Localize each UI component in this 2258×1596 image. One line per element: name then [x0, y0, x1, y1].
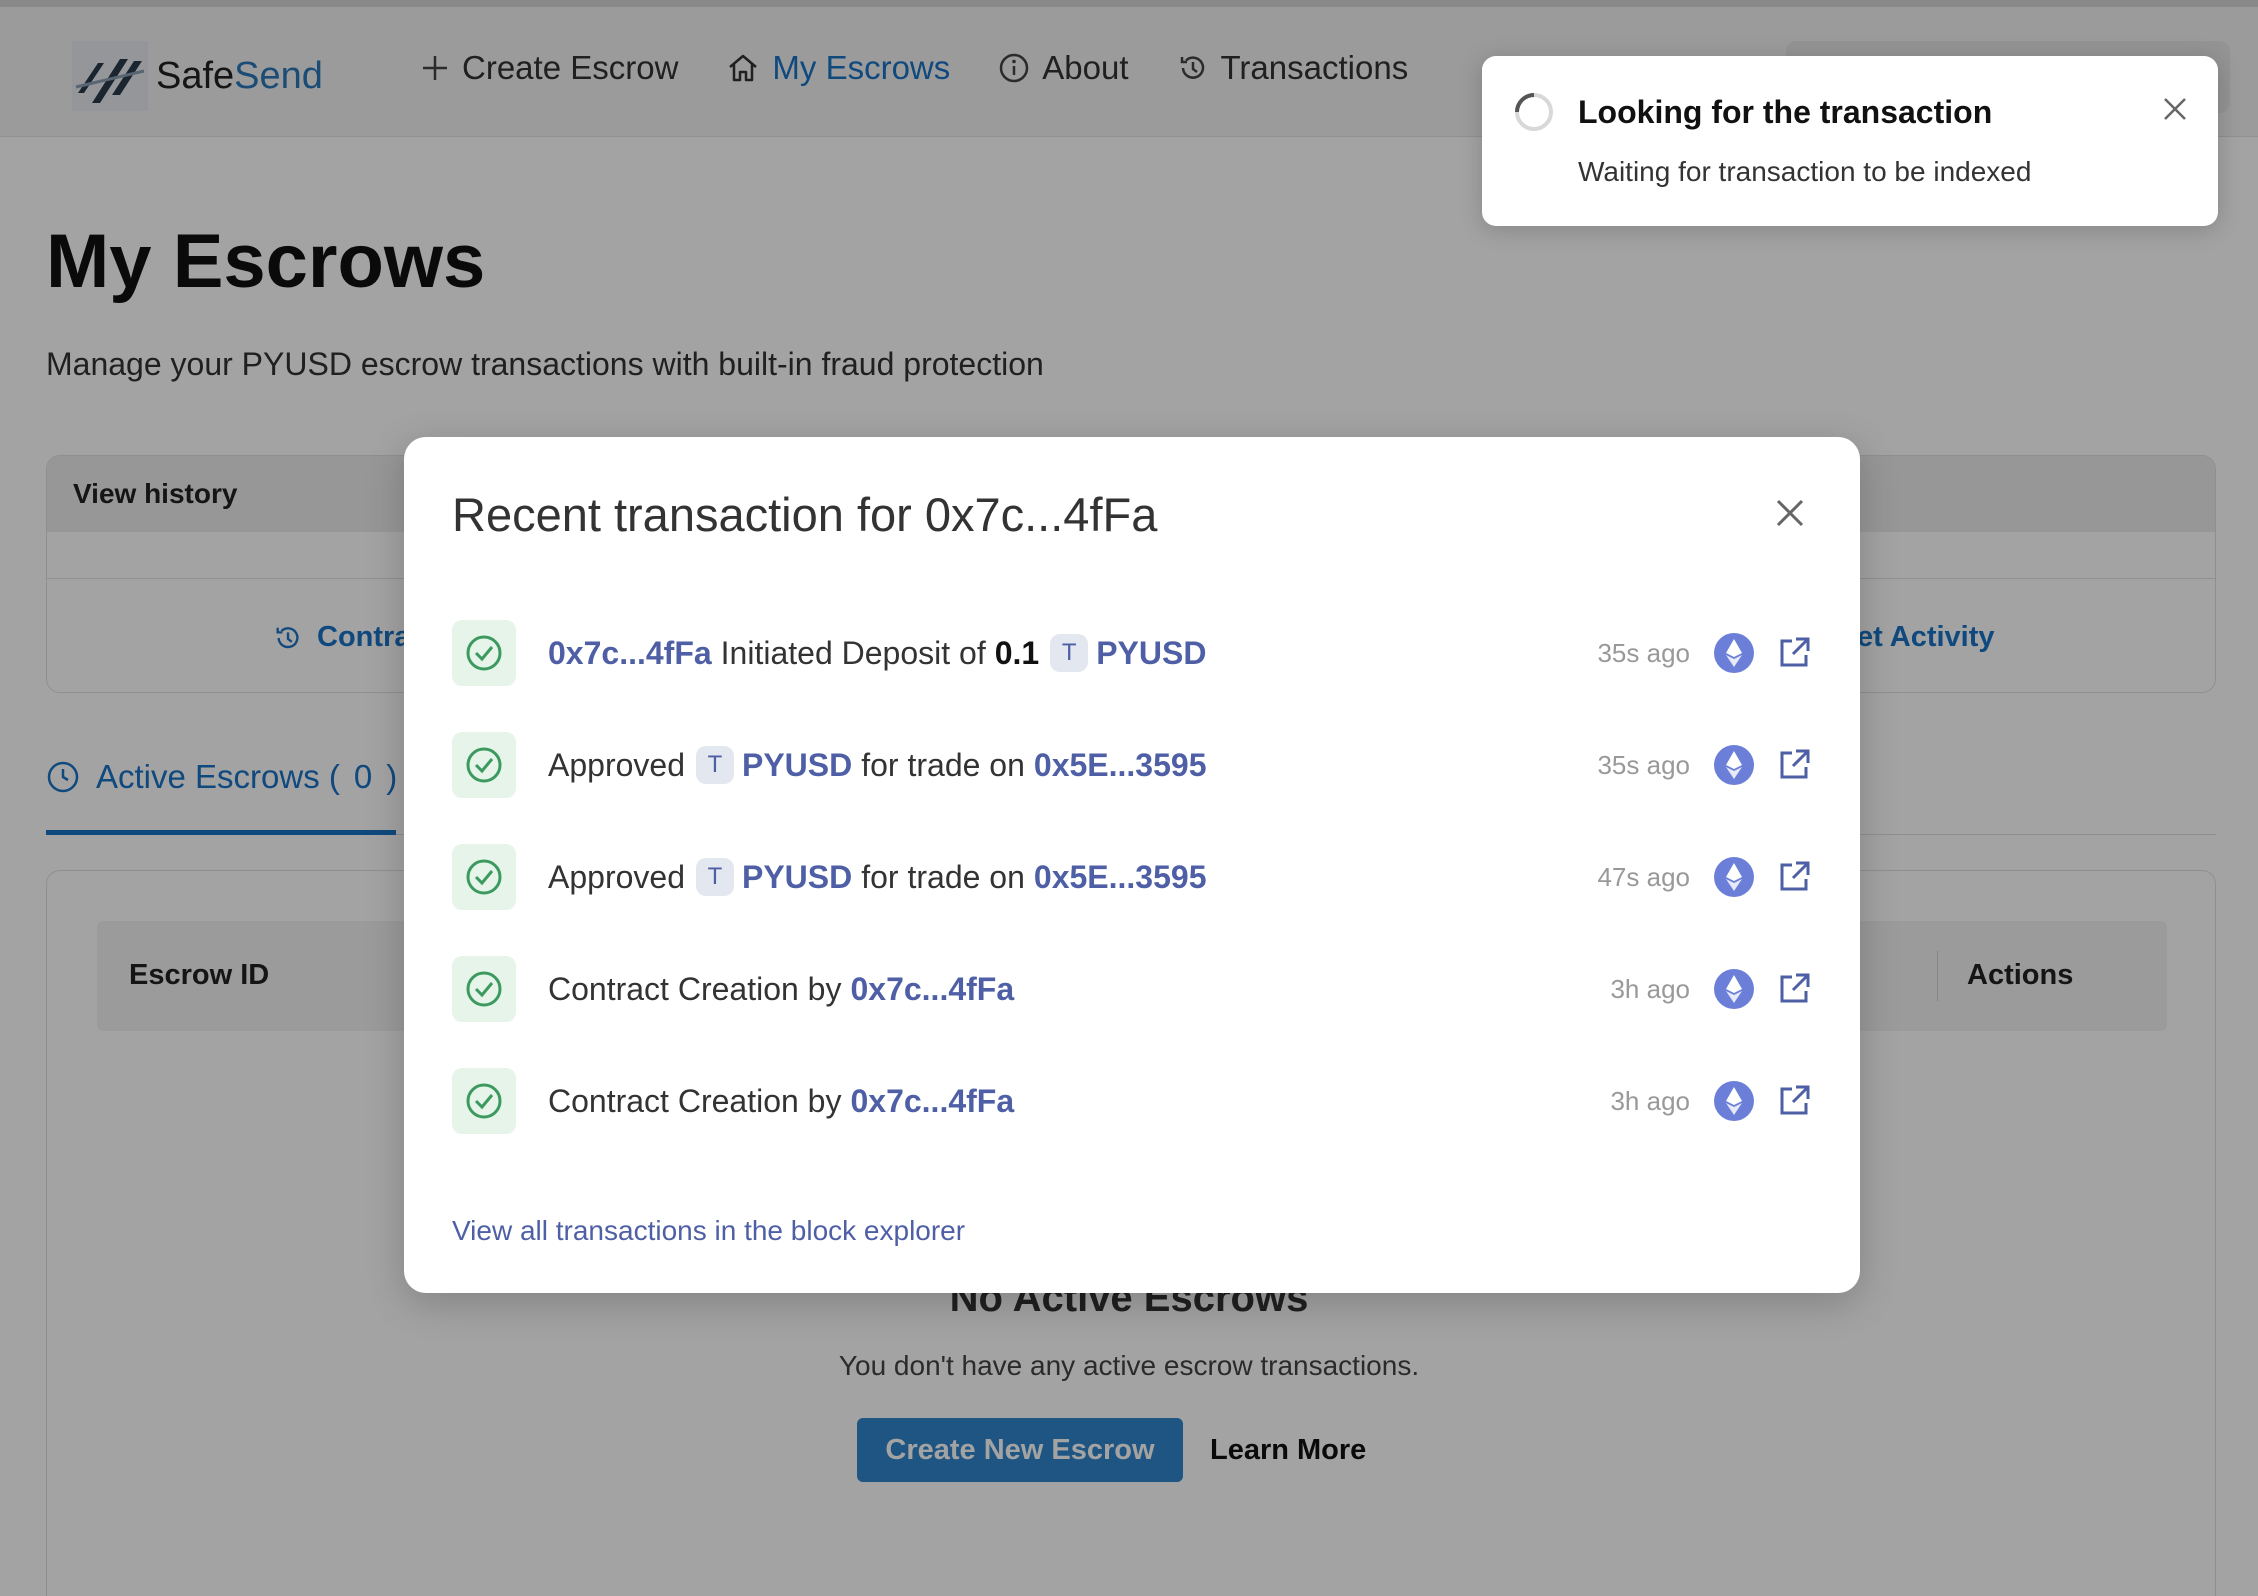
transaction-description: Approved T PYUSD for trade on 0x5E...359…	[548, 746, 1206, 784]
close-icon[interactable]	[1770, 493, 1810, 533]
ethereum-icon	[1714, 969, 1754, 1009]
transaction-action: Approved	[548, 746, 685, 783]
token-link[interactable]: PYUSD	[742, 859, 852, 896]
transaction-amount: 0.1	[994, 634, 1040, 671]
transaction-description: Contract Creation by 0x7c...4fFa	[548, 971, 1014, 1008]
ethereum-icon	[1714, 857, 1754, 897]
transaction-action: Contract Creation by	[548, 1082, 842, 1119]
address-link[interactable]: 0x7c...4fFa	[850, 971, 1014, 1008]
check-circle-icon	[452, 1068, 516, 1134]
transaction-row: Contract Creation by 0x7c...4fFa 3h ago	[452, 1068, 1822, 1134]
ethereum-icon	[1714, 745, 1754, 785]
transaction-time: 35s ago	[1597, 749, 1690, 780]
transaction-row: Approved T PYUSD for trade on 0x5E...359…	[452, 844, 1822, 910]
transaction-action-suffix: for trade on	[861, 858, 1025, 895]
transaction-description: 0x7c...4fFa Initiated Deposit of 0.1 T P…	[548, 634, 1206, 672]
address-link[interactable]: 0x7c...4fFa	[850, 1083, 1014, 1120]
external-link-icon[interactable]	[1776, 859, 1812, 895]
external-link-icon[interactable]	[1776, 635, 1812, 671]
toast-title: Looking for the transaction	[1578, 94, 1993, 130]
toast-message: Waiting for transaction to be indexed	[1578, 156, 2032, 187]
modal-title: Recent transaction for 0x7c...4fFa	[452, 488, 1158, 541]
transaction-time: 47s ago	[1597, 861, 1690, 892]
transaction-row: Contract Creation by 0x7c...4fFa 3h ago	[452, 956, 1822, 1022]
transaction-toast: Looking for the transaction Waiting for …	[1482, 56, 2218, 226]
view-all-transactions-link[interactable]: View all transactions in the block explo…	[452, 1215, 965, 1247]
transaction-description: Contract Creation by 0x7c...4fFa	[548, 1083, 1014, 1120]
ethereum-icon	[1714, 633, 1754, 673]
address-link[interactable]: 0x7c...4fFa	[548, 635, 712, 672]
address-link[interactable]: 0x5E...3595	[1034, 747, 1207, 784]
transaction-action-suffix: for trade on	[861, 746, 1025, 783]
address-link[interactable]: 0x5E...3595	[1034, 859, 1207, 896]
transaction-description: Approved T PYUSD for trade on 0x5E...359…	[548, 858, 1206, 896]
external-link-icon[interactable]	[1776, 971, 1812, 1007]
transaction-row: 0x7c...4fFa Initiated Deposit of 0.1 T P…	[452, 620, 1822, 686]
token-icon: T	[1050, 634, 1089, 672]
close-icon[interactable]	[2160, 94, 2190, 124]
check-circle-icon	[452, 844, 516, 910]
token-link[interactable]: PYUSD	[742, 747, 852, 784]
token-link[interactable]: PYUSD	[1096, 635, 1206, 672]
external-link-icon[interactable]	[1776, 747, 1812, 783]
external-link-icon[interactable]	[1776, 1083, 1812, 1119]
transaction-action: Approved	[548, 858, 685, 895]
token-icon: T	[695, 858, 734, 896]
transaction-row: Approved T PYUSD for trade on 0x5E...359…	[452, 732, 1822, 798]
transaction-time: 3h ago	[1610, 973, 1690, 1004]
token-icon: T	[695, 746, 734, 784]
transaction-time: 35s ago	[1597, 637, 1690, 668]
recent-transactions-modal: Recent transaction for 0x7c...4fFa 0x7c.…	[404, 437, 1860, 1293]
check-circle-icon	[452, 956, 516, 1022]
check-circle-icon	[452, 732, 516, 798]
check-circle-icon	[452, 620, 516, 686]
transaction-action: Initiated Deposit of	[720, 634, 986, 671]
ethereum-icon	[1714, 1081, 1754, 1121]
transaction-action: Contract Creation by	[548, 970, 842, 1007]
transaction-time: 3h ago	[1610, 1085, 1690, 1116]
loading-spinner-icon	[1512, 90, 1556, 134]
